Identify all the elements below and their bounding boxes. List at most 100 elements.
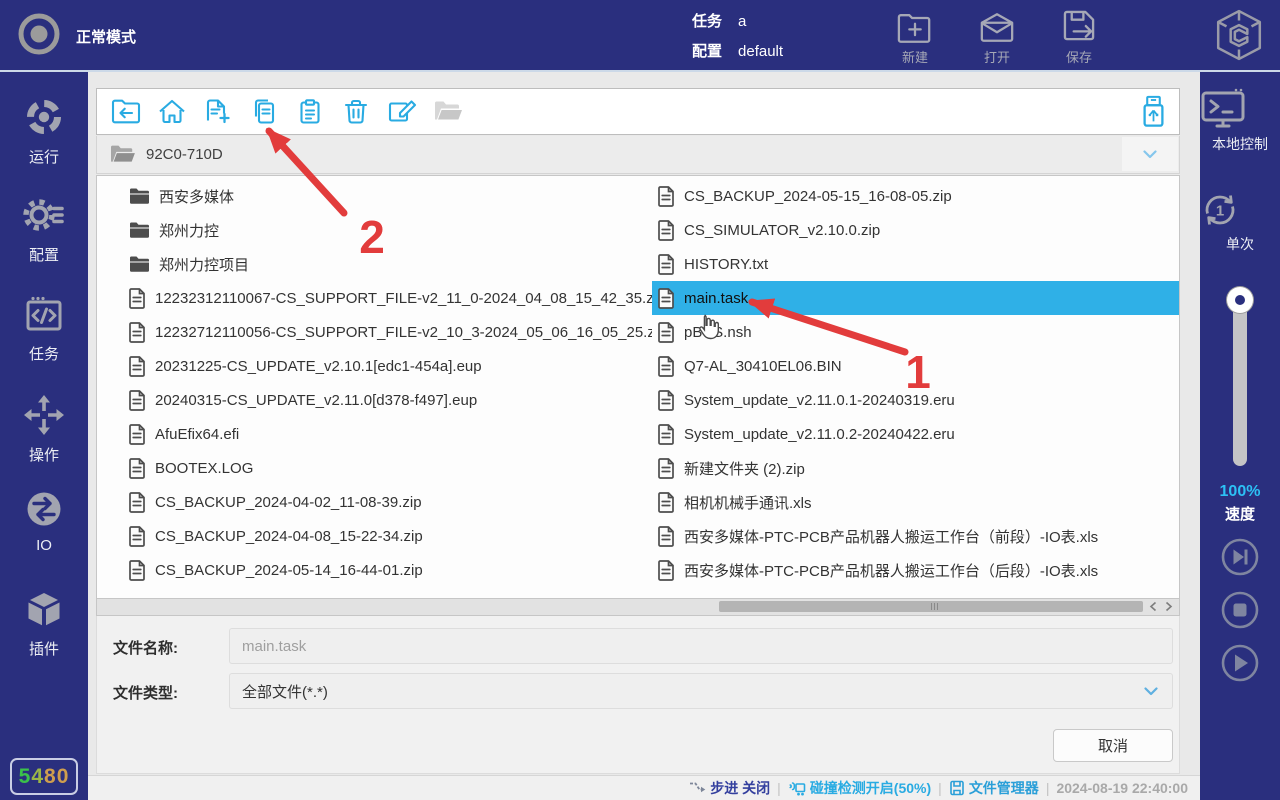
move-icon (23, 394, 65, 436)
sidebar-item-task[interactable]: 任务 (0, 295, 88, 364)
doc-icon (129, 322, 146, 343)
file-name-input[interactable] (229, 628, 1173, 664)
toolbar-new-file-button[interactable] (203, 97, 233, 127)
file-item[interactable]: Q7-AL_30410EL06.BIN (652, 349, 1179, 383)
file-item[interactable]: CS_BACKUP_2024-04-08_15-22-34.zip (99, 519, 652, 553)
toolbar-paste-button[interactable] (295, 97, 325, 127)
folder-back-icon (111, 98, 141, 125)
single-cycle-button[interactable]: 1 单次 (1200, 190, 1280, 254)
speed-slider-handle[interactable] (1227, 287, 1253, 313)
doc-icon (129, 424, 146, 445)
run-icon (23, 96, 65, 138)
folder-icon (129, 221, 150, 239)
topbar-open-button[interactable]: 打开 (960, 9, 1034, 66)
toolbar-copy-button[interactable] (249, 97, 279, 127)
task-config-info: 任务a 配置default (692, 8, 783, 68)
sidebar-item-plugin[interactable]: 插件 (0, 590, 88, 659)
file-item[interactable]: 12232312110067-CS_SUPPORT_FILE-v2_11_0-2… (99, 281, 652, 315)
file-item[interactable]: BOOTEX.LOG (99, 451, 652, 485)
doc-icon (129, 492, 146, 513)
doc-icon (658, 186, 675, 207)
toolbar-delete-button[interactable] (341, 97, 371, 127)
toolbar-back-button[interactable] (111, 97, 141, 127)
file-item[interactable]: 12232712110056-CS_SUPPORT_FILE-v2_10_3-2… (99, 315, 652, 349)
status-divider: | (1046, 780, 1050, 796)
file-item[interactable]: 西安多媒体-PTC-PCB产品机器人搬运工作台（前段）-IO表.xls (652, 519, 1179, 553)
toolbar-home-button[interactable] (157, 97, 187, 127)
cancel-button[interactable]: 取消 (1053, 729, 1173, 762)
file-item-selected[interactable]: main.task (652, 281, 1179, 315)
file-item[interactable]: 相机机械手通讯.xls (652, 485, 1179, 519)
doc-icon (129, 390, 146, 411)
play-button[interactable] (1220, 643, 1260, 683)
edit-icon (387, 98, 417, 125)
skip-end-icon (1220, 537, 1260, 577)
file-name: 西安多媒体-PTC-PCB产品机器人搬运工作台（后段）-IO表.xls (684, 560, 1098, 581)
topbar-action-label: 新建 (902, 47, 928, 66)
brand-cube-icon (1214, 9, 1264, 61)
file-name: BOOTEX.LOG (155, 460, 253, 477)
file-name: Q7-AL_30410EL06.BIN (684, 358, 842, 375)
file-item[interactable]: 20231225-CS_UPDATE_v2.10.1[edc1-454a].eu… (99, 349, 652, 383)
single-cycle-icon: 1 (1200, 190, 1280, 230)
skip-end-button[interactable] (1220, 537, 1260, 577)
file-item[interactable]: System_update_v2.11.0.2-20240422.eru (652, 417, 1179, 451)
topbar-save-button[interactable]: 保存 (1042, 9, 1116, 66)
file-item[interactable]: CS_BACKUP_2024-05-14_16-44-01.zip (99, 553, 652, 587)
toolbar-rename-button[interactable] (387, 97, 417, 127)
topbar-new-button[interactable]: 新建 (878, 9, 952, 66)
sidebar-item-run[interactable]: 运行 (0, 96, 88, 167)
path-folder-icon (109, 143, 136, 166)
doc-icon (658, 390, 675, 411)
new-folder-icon (897, 9, 933, 43)
speed-label: 速度 (1200, 503, 1280, 524)
doc-icon (658, 424, 675, 445)
save-icon (1062, 9, 1097, 43)
path-dropdown-button[interactable] (1122, 137, 1178, 171)
stop-button[interactable] (1220, 590, 1260, 630)
scrollbar-thumb[interactable] (719, 601, 1143, 612)
file-item[interactable]: 西安多媒体-PTC-PCB产品机器人搬运工作台（后段）-IO表.xls (652, 553, 1179, 587)
file-name: 郑州力控 (159, 220, 219, 241)
file-item[interactable]: CS_BACKUP_2024-04-02_11-08-39.zip (99, 485, 652, 519)
folder-open-icon (433, 98, 463, 125)
file-type-value: 全部文件(*.*) (242, 681, 328, 702)
file-name: pBUS.nsh (684, 324, 752, 341)
sidebar-item-config[interactable]: 配置 (0, 194, 88, 265)
toolbar-open-folder-button[interactable] (433, 97, 463, 127)
io-icon (24, 489, 64, 529)
scroll-right-arrow[interactable] (1165, 601, 1173, 612)
file-item[interactable]: 西安多媒体 (99, 179, 652, 213)
file-item[interactable]: pBUS.nsh (652, 315, 1179, 349)
file-name: System_update_v2.11.0.1-20240319.eru (684, 392, 955, 409)
file-item[interactable]: 郑州力控项目 (99, 247, 652, 281)
sidebar-item-io[interactable]: IO (0, 489, 88, 554)
config-value: default (738, 43, 783, 60)
file-item[interactable]: 新建文件夹 (2).zip (652, 451, 1179, 485)
file-type-select[interactable]: 全部文件(*.*) (229, 673, 1173, 709)
path-bar[interactable]: 92C0-710D (96, 136, 1180, 174)
file-name: 郑州力控项目 (159, 254, 249, 275)
file-item[interactable]: CS_SIMULATOR_v2.10.0.zip (652, 213, 1179, 247)
file-name-label: 文件名称: (113, 637, 178, 658)
usb-drive-icon[interactable] (1142, 95, 1165, 128)
local-control-icon (1200, 88, 1280, 130)
file-item[interactable]: CS_BACKUP_2024-05-15_16-08-05.zip (652, 179, 1179, 213)
horizontal-scrollbar[interactable] (96, 599, 1180, 616)
file-item[interactable]: System_update_v2.11.0.1-20240319.eru (652, 383, 1179, 417)
plugin-icon (24, 590, 64, 630)
sidebar-item-operate[interactable]: 操作 (0, 394, 88, 465)
config-label: 配置 (692, 43, 722, 60)
file-item[interactable]: 20240315-CS_UPDATE_v2.11.0[d378-f497].eu… (99, 383, 652, 417)
local-control-button[interactable]: 本地控制 (1200, 88, 1280, 154)
file-item[interactable]: HISTORY.txt (652, 247, 1179, 281)
speed-slider-track[interactable] (1233, 288, 1247, 466)
file-item[interactable]: 郑州力控 (99, 213, 652, 247)
topbar-divider (0, 70, 1280, 72)
file-item[interactable]: AfuEfix64.efi (99, 417, 652, 451)
file-name: 新建文件夹 (2).zip (684, 458, 805, 479)
copy-icon (250, 98, 278, 125)
topbar-action-label: 保存 (1066, 47, 1092, 66)
scroll-left-arrow[interactable] (1149, 601, 1157, 612)
doc-icon (658, 322, 675, 343)
